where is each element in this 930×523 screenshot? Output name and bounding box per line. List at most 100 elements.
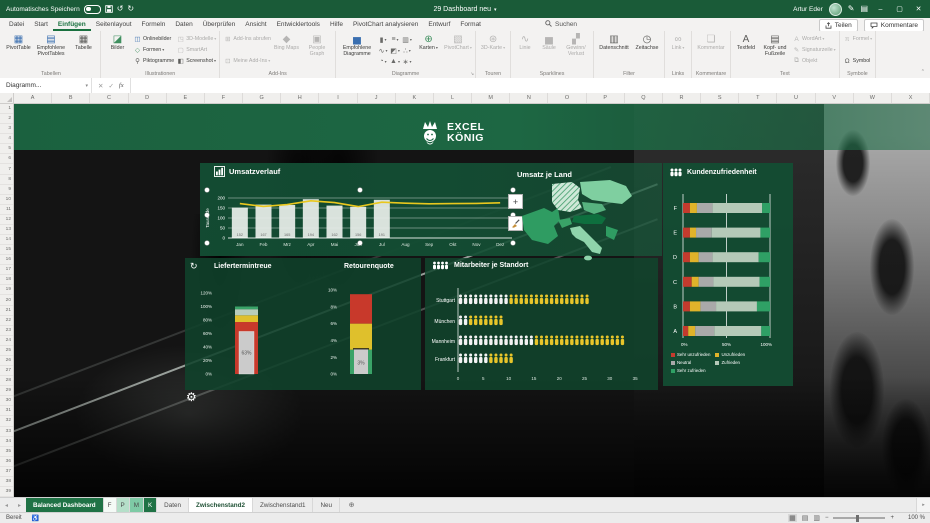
- row-header-23[interactable]: 23: [0, 326, 13, 336]
- name-box[interactable]: Diagramm... ▾: [0, 78, 92, 93]
- row-header-14[interactable]: 14: [0, 235, 13, 245]
- ribbon-tab-seitenlayout[interactable]: Seitenlayout: [91, 18, 137, 31]
- selection-handle[interactable]: [358, 188, 363, 193]
- column-header-p[interactable]: P: [587, 93, 625, 103]
- map-region-czech[interactable]: [582, 202, 606, 214]
- row-header-20[interactable]: 20: [0, 295, 13, 305]
- chevron-down-icon[interactable]: ▾: [85, 83, 91, 89]
- sheet-tab-daten[interactable]: Daten: [157, 498, 189, 512]
- enter-icon[interactable]: ✓: [108, 82, 113, 90]
- ribbon-tab-einf-gen[interactable]: Einfügen: [53, 18, 91, 31]
- hscroll-icon[interactable]: ▸: [916, 498, 930, 512]
- ribbon-button-formen[interactable]: ◇Formen: [133, 45, 174, 55]
- save-icon[interactable]: [105, 5, 113, 13]
- cancel-icon[interactable]: ✕: [98, 82, 103, 90]
- zoom-out-icon[interactable]: −: [825, 515, 829, 521]
- row-header-27[interactable]: 27: [0, 366, 13, 376]
- autosave-toggle[interactable]: [84, 5, 101, 14]
- sheet-tab-zwischenstand2[interactable]: Zwischenstand2: [189, 498, 253, 512]
- ribbon-tab-ansicht[interactable]: Ansicht: [240, 18, 271, 31]
- document-title[interactable]: 29 Dashboard neu: [0, 6, 930, 13]
- column-header-t[interactable]: T: [739, 93, 777, 103]
- ribbon-button-piktogramme[interactable]: ⚲Piktogramme: [133, 56, 174, 66]
- selection-handle[interactable]: [205, 188, 210, 193]
- column-header-x[interactable]: X: [892, 93, 930, 103]
- row-header-6[interactable]: 6: [0, 154, 13, 164]
- ribbon-button-onlinebilder[interactable]: ◫Onlinebilder: [133, 34, 174, 44]
- formula-input[interactable]: [131, 78, 930, 93]
- column-header-e[interactable]: E: [167, 93, 205, 103]
- map-region-france[interactable]: [522, 208, 560, 244]
- search-box[interactable]: Suchen: [545, 20, 577, 29]
- column-header-r[interactable]: R: [663, 93, 701, 103]
- view-page-layout-icon[interactable]: ▤: [802, 514, 809, 522]
- ribbon-button-datenschnitt[interactable]: ▥Datenschnitt: [597, 33, 631, 67]
- ribbon-button-kopf-und-fu-zeile[interactable]: ▤Kopf- und Fußzeile: [760, 33, 790, 67]
- row-header-18[interactable]: 18: [0, 275, 13, 285]
- ribbon-tab-entwicklertools[interactable]: Entwicklertools: [272, 18, 325, 31]
- chart-umsatz-je-land[interactable]: [514, 178, 664, 262]
- column-header-f[interactable]: F: [205, 93, 243, 103]
- zoom-slider-thumb[interactable]: [856, 515, 859, 522]
- column-header-w[interactable]: W: [854, 93, 892, 103]
- collapse-ribbon-icon[interactable]: ⌃: [921, 69, 925, 75]
- row-header-24[interactable]: 24: [0, 336, 13, 346]
- column-headers[interactable]: ABCDEFGHIJKLMNOPQRSTUVWX: [14, 93, 930, 104]
- ribbon-button-symbol[interactable]: ΩSymbol: [843, 56, 873, 66]
- column-header-u[interactable]: U: [777, 93, 815, 103]
- ribbon-button-tabelle[interactable]: ▦Tabelle: [70, 33, 97, 67]
- chart-liefertreue-retouren[interactable]: 0%20%40%60%80%100%120%63%0%2%4%6%8%10%3%: [185, 258, 421, 390]
- row-header-38[interactable]: 38: [0, 477, 13, 487]
- row-header-25[interactable]: 25: [0, 346, 13, 356]
- radar-chart-icon[interactable]: ∗: [401, 56, 413, 67]
- chart-mitarbeiter[interactable]: 05101520253035StuttgartMünchenMannheimFr…: [425, 258, 658, 390]
- row-header-34[interactable]: 34: [0, 437, 13, 447]
- ribbon-button-textfeld[interactable]: ATextfeld: [734, 33, 758, 67]
- row-header-8[interactable]: 8: [0, 175, 13, 185]
- ribbon-tab-entwurf[interactable]: Entwurf: [423, 18, 455, 31]
- row-header-30[interactable]: 30: [0, 396, 13, 406]
- dialog-launcher-icon[interactable]: ↘: [470, 71, 474, 77]
- map-region-switzerland[interactable]: [558, 218, 572, 228]
- row-header-19[interactable]: 19: [0, 285, 13, 295]
- sheet-tab-neu[interactable]: Neu: [313, 498, 340, 512]
- row-header-22[interactable]: 22: [0, 316, 13, 326]
- row-header-13[interactable]: 13: [0, 225, 13, 235]
- sheet-tab-f[interactable]: F: [104, 498, 117, 512]
- hierarchy-chart-icon[interactable]: ≡: [389, 34, 401, 45]
- select-all-corner[interactable]: [0, 93, 14, 104]
- ribbon-button-karten[interactable]: ⊕Karten: [415, 33, 442, 67]
- redo-icon[interactable]: ↻: [127, 5, 134, 13]
- sheet-tab-m[interactable]: M: [130, 498, 144, 512]
- fx-icon[interactable]: fx: [119, 82, 124, 89]
- ribbon-tab-berpr-fen[interactable]: Überprüfen: [198, 18, 241, 31]
- row-header-9[interactable]: 9: [0, 185, 13, 195]
- chart-umsatzverlauf[interactable]: 050100150200Tausende152Jan167Feb165Mrz19…: [200, 184, 534, 252]
- row-header-1[interactable]: 1: [0, 104, 13, 114]
- waterfall-chart-icon[interactable]: ▥: [401, 34, 413, 45]
- row-header-2[interactable]: 2: [0, 114, 13, 124]
- view-page-break-icon[interactable]: ▥: [813, 514, 820, 522]
- sheet-tab-balanced-dashboard[interactable]: Balanced Dashboard: [26, 498, 104, 512]
- column-chart-icon[interactable]: ▮: [377, 34, 389, 45]
- minimize-button[interactable]: –: [874, 6, 887, 13]
- ribbon-tab-pivotchart-analysieren[interactable]: PivotChart analysieren: [348, 18, 423, 31]
- area-chart-icon[interactable]: ▲: [389, 56, 401, 67]
- zoom-level[interactable]: 100 %: [899, 515, 925, 521]
- column-header-i[interactable]: I: [319, 93, 357, 103]
- column-header-v[interactable]: V: [816, 93, 854, 103]
- sheet-tab-k[interactable]: K: [144, 498, 157, 512]
- combo-chart-icon[interactable]: ◩: [389, 45, 401, 56]
- row-header-39[interactable]: 39: [0, 487, 13, 497]
- row-header-29[interactable]: 29: [0, 386, 13, 396]
- row-header-5[interactable]: 5: [0, 144, 13, 154]
- column-header-c[interactable]: C: [90, 93, 128, 103]
- column-header-q[interactable]: Q: [625, 93, 663, 103]
- selection-handle[interactable]: [205, 241, 210, 246]
- column-header-a[interactable]: A: [14, 93, 52, 103]
- sheet-nav-left-icon[interactable]: ◂: [0, 498, 13, 512]
- avatar[interactable]: [829, 3, 842, 16]
- ribbon-tab-start[interactable]: Start: [29, 18, 53, 31]
- row-header-11[interactable]: 11: [0, 205, 13, 215]
- zoom-slider[interactable]: [833, 517, 885, 519]
